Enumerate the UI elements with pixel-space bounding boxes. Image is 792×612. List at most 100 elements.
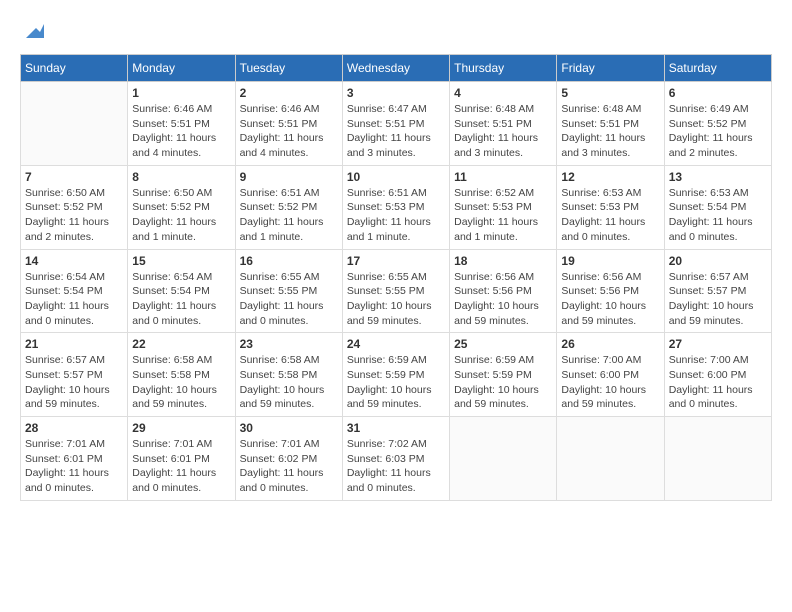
day-info: Sunrise: 7:02 AM Sunset: 6:03 PM Dayligh… <box>347 437 445 496</box>
day-cell: 24 Sunrise: 6:59 AM Sunset: 5:59 PM Dayli… <box>342 333 449 417</box>
day-cell: 27 Sunrise: 7:00 AM Sunset: 6:00 PM Dayli… <box>664 333 771 417</box>
day-number: 14 <box>25 254 123 268</box>
day-cell: 28 Sunrise: 7:01 AM Sunset: 6:01 PM Dayli… <box>21 417 128 501</box>
day-info: Sunrise: 6:59 AM Sunset: 5:59 PM Dayligh… <box>347 353 445 412</box>
day-cell: 3Sunrise: 6:47 AM Sunset: 5:51 PM Daylig… <box>342 82 449 166</box>
day-number: 24 <box>347 337 445 351</box>
weekday-friday: Friday <box>557 55 664 82</box>
day-cell: 29 Sunrise: 7:01 AM Sunset: 6:01 PM Dayli… <box>128 417 235 501</box>
day-info: Sunrise: 6:46 AM Sunset: 5:51 PM Dayligh… <box>132 102 230 161</box>
day-number: 1 <box>132 86 230 100</box>
day-cell: 5 Sunrise: 6:48 AM Sunset: 5:51 PM Daylig… <box>557 82 664 166</box>
logo <box>20 20 46 44</box>
day-cell <box>557 417 664 501</box>
day-info: Sunrise: 6:56 AM Sunset: 5:56 PM Dayligh… <box>454 270 552 329</box>
day-info: Sunrise: 7:01 AM Sunset: 6:01 PM Dayligh… <box>132 437 230 496</box>
week-row-1: 1 Sunrise: 6:46 AM Sunset: 5:51 PM Daylig… <box>21 82 772 166</box>
day-number: 13 <box>669 170 767 184</box>
day-info: Sunrise: 6:46 AM Sunset: 5:51 PM Dayligh… <box>240 102 338 161</box>
day-cell: 14 Sunrise: 6:54 AM Sunset: 5:54 PM Dayli… <box>21 249 128 333</box>
day-info: Sunrise: 7:00 AM Sunset: 6:00 PM Dayligh… <box>561 353 659 412</box>
day-info: Sunrise: 6:53 AM Sunset: 5:54 PM Dayligh… <box>669 186 767 245</box>
day-number: 7 <box>25 170 123 184</box>
weekday-thursday: Thursday <box>450 55 557 82</box>
day-info: Sunrise: 6:49 AM Sunset: 5:52 PM Dayligh… <box>669 102 767 161</box>
day-number: 12 <box>561 170 659 184</box>
day-number: 19 <box>561 254 659 268</box>
day-number: 26 <box>561 337 659 351</box>
day-info: Sunrise: 6:47 AM Sunset: 5:51 PM Dayligh… <box>347 102 445 161</box>
weekday-monday: Monday <box>128 55 235 82</box>
day-info: Sunrise: 6:52 AM Sunset: 5:53 PM Dayligh… <box>454 186 552 245</box>
day-info: Sunrise: 6:50 AM Sunset: 5:52 PM Dayligh… <box>25 186 123 245</box>
day-info: Sunrise: 6:57 AM Sunset: 5:57 PM Dayligh… <box>25 353 123 412</box>
day-cell: 6Sunrise: 6:49 AM Sunset: 5:52 PM Daylig… <box>664 82 771 166</box>
day-number: 31 <box>347 421 445 435</box>
day-cell <box>664 417 771 501</box>
day-cell: 22 Sunrise: 6:58 AM Sunset: 5:58 PM Dayli… <box>128 333 235 417</box>
day-info: Sunrise: 6:50 AM Sunset: 5:52 PM Dayligh… <box>132 186 230 245</box>
day-info: Sunrise: 6:57 AM Sunset: 5:57 PM Dayligh… <box>669 270 767 329</box>
day-cell: 18Sunrise: 6:56 AM Sunset: 5:56 PM Dayli… <box>450 249 557 333</box>
weekday-header-row: SundayMondayTuesdayWednesdayThursdayFrid… <box>21 55 772 82</box>
day-cell <box>450 417 557 501</box>
day-number: 16 <box>240 254 338 268</box>
weekday-tuesday: Tuesday <box>235 55 342 82</box>
day-cell: 7 Sunrise: 6:50 AM Sunset: 5:52 PM Daylig… <box>21 165 128 249</box>
day-number: 17 <box>347 254 445 268</box>
day-number: 28 <box>25 421 123 435</box>
day-number: 23 <box>240 337 338 351</box>
day-cell: 16 Sunrise: 6:55 AM Sunset: 5:55 PM Dayli… <box>235 249 342 333</box>
day-number: 21 <box>25 337 123 351</box>
day-number: 22 <box>132 337 230 351</box>
day-cell: 17 Sunrise: 6:55 AM Sunset: 5:55 PM Dayli… <box>342 249 449 333</box>
day-cell: 10 Sunrise: 6:51 AM Sunset: 5:53 PM Dayli… <box>342 165 449 249</box>
calendar-body: 1 Sunrise: 6:46 AM Sunset: 5:51 PM Daylig… <box>21 82 772 501</box>
day-info: Sunrise: 6:54 AM Sunset: 5:54 PM Dayligh… <box>132 270 230 329</box>
day-cell: 9Sunrise: 6:51 AM Sunset: 5:52 PM Daylig… <box>235 165 342 249</box>
day-info: Sunrise: 6:55 AM Sunset: 5:55 PM Dayligh… <box>347 270 445 329</box>
weekday-sunday: Sunday <box>21 55 128 82</box>
day-cell: 15 Sunrise: 6:54 AM Sunset: 5:54 PM Dayli… <box>128 249 235 333</box>
day-info: Sunrise: 6:48 AM Sunset: 5:51 PM Dayligh… <box>454 102 552 161</box>
day-number: 8 <box>132 170 230 184</box>
day-cell: 25Sunrise: 6:59 AM Sunset: 5:59 PM Dayli… <box>450 333 557 417</box>
day-cell: 8 Sunrise: 6:50 AM Sunset: 5:52 PM Daylig… <box>128 165 235 249</box>
day-info: Sunrise: 7:00 AM Sunset: 6:00 PM Dayligh… <box>669 353 767 412</box>
day-number: 2 <box>240 86 338 100</box>
day-number: 27 <box>669 337 767 351</box>
day-cell: 4Sunrise: 6:48 AM Sunset: 5:51 PM Daylig… <box>450 82 557 166</box>
day-info: Sunrise: 6:53 AM Sunset: 5:53 PM Dayligh… <box>561 186 659 245</box>
day-info: Sunrise: 6:54 AM Sunset: 5:54 PM Dayligh… <box>25 270 123 329</box>
week-row-5: 28 Sunrise: 7:01 AM Sunset: 6:01 PM Dayli… <box>21 417 772 501</box>
day-info: Sunrise: 6:51 AM Sunset: 5:53 PM Dayligh… <box>347 186 445 245</box>
day-info: Sunrise: 6:58 AM Sunset: 5:58 PM Dayligh… <box>132 353 230 412</box>
day-cell: 19 Sunrise: 6:56 AM Sunset: 5:56 PM Dayli… <box>557 249 664 333</box>
day-cell: 30Sunrise: 7:01 AM Sunset: 6:02 PM Dayli… <box>235 417 342 501</box>
weekday-saturday: Saturday <box>664 55 771 82</box>
day-number: 29 <box>132 421 230 435</box>
day-number: 15 <box>132 254 230 268</box>
day-cell: 1 Sunrise: 6:46 AM Sunset: 5:51 PM Daylig… <box>128 82 235 166</box>
day-number: 30 <box>240 421 338 435</box>
day-cell: 2 Sunrise: 6:46 AM Sunset: 5:51 PM Daylig… <box>235 82 342 166</box>
day-cell: 26 Sunrise: 7:00 AM Sunset: 6:00 PM Dayli… <box>557 333 664 417</box>
day-info: Sunrise: 6:56 AM Sunset: 5:56 PM Dayligh… <box>561 270 659 329</box>
week-row-2: 7 Sunrise: 6:50 AM Sunset: 5:52 PM Daylig… <box>21 165 772 249</box>
day-cell: 20Sunrise: 6:57 AM Sunset: 5:57 PM Dayli… <box>664 249 771 333</box>
day-info: Sunrise: 6:55 AM Sunset: 5:55 PM Dayligh… <box>240 270 338 329</box>
day-cell: 12 Sunrise: 6:53 AM Sunset: 5:53 PM Dayli… <box>557 165 664 249</box>
day-info: Sunrise: 6:48 AM Sunset: 5:51 PM Dayligh… <box>561 102 659 161</box>
day-number: 11 <box>454 170 552 184</box>
day-number: 9 <box>240 170 338 184</box>
day-cell: 21 Sunrise: 6:57 AM Sunset: 5:57 PM Dayli… <box>21 333 128 417</box>
day-cell <box>21 82 128 166</box>
day-cell: 13 Sunrise: 6:53 AM Sunset: 5:54 PM Dayli… <box>664 165 771 249</box>
day-number: 10 <box>347 170 445 184</box>
week-row-3: 14 Sunrise: 6:54 AM Sunset: 5:54 PM Dayli… <box>21 249 772 333</box>
day-cell: 11 Sunrise: 6:52 AM Sunset: 5:53 PM Dayli… <box>450 165 557 249</box>
header <box>20 20 772 44</box>
day-number: 5 <box>561 86 659 100</box>
day-info: Sunrise: 7:01 AM Sunset: 6:01 PM Dayligh… <box>25 437 123 496</box>
day-cell: 31 Sunrise: 7:02 AM Sunset: 6:03 PM Dayli… <box>342 417 449 501</box>
